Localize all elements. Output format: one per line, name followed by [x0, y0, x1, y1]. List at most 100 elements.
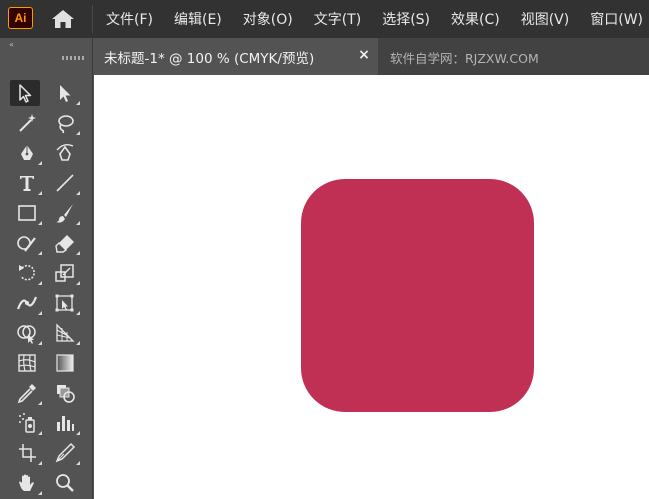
tool-group-indicator	[76, 191, 80, 195]
pen-tool[interactable]	[12, 140, 42, 166]
home-icon	[52, 10, 74, 28]
type-tool[interactable]	[12, 170, 42, 196]
shape-builder-tool[interactable]	[12, 320, 42, 346]
direct-selection-tool-icon	[60, 85, 71, 102]
mesh-tool[interactable]	[12, 350, 42, 376]
type-tool-icon	[20, 176, 34, 191]
curvature-tool[interactable]	[50, 140, 80, 166]
column-graph-tool-icon	[57, 416, 74, 431]
tool-group-indicator	[38, 431, 42, 435]
artboard-tool[interactable]	[12, 440, 42, 466]
hand-tool[interactable]	[12, 470, 42, 496]
eraser-tool-icon	[55, 235, 74, 253]
symbol-sprayer-tool-icon	[19, 413, 35, 433]
tool-group-indicator	[38, 461, 42, 465]
tool-group-indicator	[76, 131, 80, 135]
rectangle-tool-icon	[18, 205, 36, 221]
menu-file[interactable]: 文件(F)	[100, 9, 159, 29]
tool-group-indicator	[76, 431, 80, 435]
tool-group-indicator	[38, 251, 42, 255]
shaper-tool[interactable]	[12, 230, 42, 256]
curvature-tool-icon	[56, 143, 74, 161]
blend-tool[interactable]	[50, 380, 80, 406]
width-tool[interactable]	[12, 290, 42, 316]
slice-tool-icon	[55, 442, 76, 463]
free-transform-tool-icon	[55, 294, 74, 312]
mesh-tool-icon	[18, 354, 36, 372]
lasso-tool[interactable]	[50, 110, 80, 136]
panel-collapse-button[interactable]: «	[9, 40, 14, 49]
tools-panel: «	[0, 38, 93, 499]
tool-group-indicator	[76, 341, 80, 345]
artboard-tool-icon	[19, 444, 36, 462]
shaper-tool-icon	[17, 236, 36, 252]
scale-tool[interactable]	[50, 260, 80, 286]
rotate-tool-icon	[19, 264, 35, 281]
menu-select[interactable]: 选择(S)	[376, 9, 436, 29]
gradient-tool[interactable]	[50, 350, 80, 376]
tab-active-document[interactable]: 未标题-1* @ 100 % (CMYK/预览)	[94, 38, 378, 75]
selection-tool[interactable]	[10, 80, 40, 106]
tool-group-indicator	[76, 281, 80, 285]
zoom-tool[interactable]	[50, 470, 80, 496]
home-button[interactable]	[50, 8, 76, 30]
tab-close-icon[interactable]: ×	[356, 47, 372, 65]
direct-selection-tool[interactable]	[50, 80, 80, 106]
gradient-tool-icon	[56, 354, 74, 372]
paintbrush-tool-icon	[56, 204, 73, 223]
zoom-tool-icon	[56, 474, 74, 492]
menu-bar: Ai 文件(F) 编辑(E) 对象(O) 文字(T) 选择(S) 效果(C) 视…	[0, 0, 649, 38]
width-tool-icon	[16, 296, 38, 310]
rotate-tool[interactable]	[12, 260, 42, 286]
menu-view[interactable]: 视图(V)	[515, 9, 576, 29]
document-tab-bar: 未标题-1* @ 100 % (CMYK/预览) × 软件自学网：RJZXW.C…	[94, 38, 649, 75]
line-segment-tool[interactable]	[50, 170, 80, 196]
tab-title: 未标题-1* @ 100 % (CMYK/预览)	[104, 50, 315, 67]
shape-builder-tool-icon	[17, 325, 36, 344]
menu-edit[interactable]: 编辑(E)	[168, 9, 228, 29]
rectangle-tool[interactable]	[12, 200, 42, 226]
pen-tool-icon	[21, 145, 33, 160]
tool-group-indicator	[76, 311, 80, 315]
rounded-rectangle-shape[interactable]	[301, 179, 534, 412]
perspective-grid-tool-icon	[56, 323, 75, 342]
menu-type[interactable]: 文字(T)	[308, 9, 367, 29]
artboard-canvas[interactable]	[94, 75, 649, 499]
menu-items: 文件(F) 编辑(E) 对象(O) 文字(T) 选择(S) 效果(C) 视图(V…	[100, 0, 649, 38]
app-logo: Ai	[8, 7, 33, 29]
selection-tool-icon	[19, 84, 32, 103]
tool-group-indicator	[38, 221, 42, 225]
column-graph-tool[interactable]	[50, 410, 80, 436]
tool-group-indicator	[38, 311, 42, 315]
blend-tool-icon	[57, 385, 75, 403]
magic-wand-tool[interactable]	[12, 110, 42, 136]
perspective-grid-tool[interactable]	[50, 320, 80, 346]
menu-effect[interactable]: 效果(C)	[445, 9, 506, 29]
menu-separator	[92, 5, 93, 33]
tab-inactive-document[interactable]: 软件自学网：RJZXW.COM	[390, 48, 539, 67]
eraser-tool[interactable]	[50, 230, 80, 256]
panel-grip[interactable]	[62, 56, 84, 60]
tool-group-indicator	[76, 461, 80, 465]
scale-tool-icon	[55, 264, 74, 282]
free-transform-tool[interactable]	[50, 290, 80, 316]
symbol-sprayer-tool[interactable]	[12, 410, 42, 436]
line-segment-tool-icon	[56, 174, 74, 192]
tool-group-indicator	[38, 161, 42, 165]
menu-object[interactable]: 对象(O)	[237, 9, 299, 29]
slice-tool[interactable]	[50, 440, 80, 466]
menu-window[interactable]: 窗口(W)	[584, 9, 649, 29]
eyedropper-tool-icon	[17, 384, 36, 404]
tool-group-indicator	[38, 341, 42, 345]
magic-wand-tool-icon	[19, 114, 36, 132]
tool-group-indicator	[76, 101, 80, 105]
eyedropper-tool[interactable]	[12, 380, 42, 406]
tool-group-indicator	[38, 191, 42, 195]
tool-group-indicator	[38, 401, 42, 405]
tool-group-indicator	[38, 491, 42, 495]
hand-tool-icon	[19, 474, 34, 491]
tool-group-indicator	[76, 221, 80, 225]
paintbrush-tool[interactable]	[50, 200, 80, 226]
tool-group-indicator	[38, 281, 42, 285]
tool-group-indicator	[76, 251, 80, 255]
